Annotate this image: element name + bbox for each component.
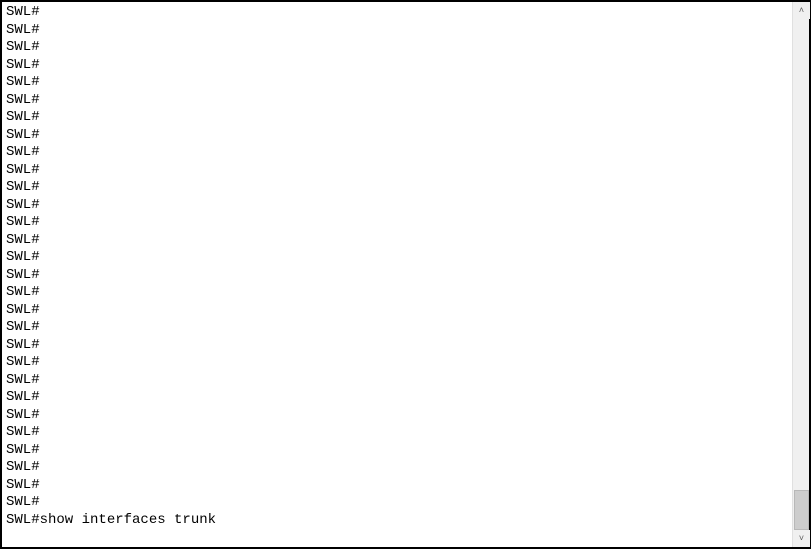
prompt-line: SWL# [6,144,788,162]
prompt-line: SWL# [6,22,788,40]
current-prompt-line[interactable]: SWL# [6,547,788,548]
prompt-line: SWL# [6,4,788,22]
prompt-line: SWL# [6,494,788,512]
terminal-window: SWL#SWL#SWL#SWL#SWL#SWL#SWL#SWL#SWL#SWL#… [0,0,811,549]
prompt-line: SWL# [6,389,788,407]
prompt-line: SWL# [6,92,788,110]
prompt-line: SWL# [6,267,788,285]
prompt-line: SWL# [6,127,788,145]
terminal-output[interactable]: SWL#SWL#SWL#SWL#SWL#SWL#SWL#SWL#SWL#SWL#… [2,2,792,547]
prompt-line: SWL# [6,337,788,355]
prompt-line: SWL# [6,57,788,75]
prompt-line: SWL# [6,249,788,267]
prompt-line: SWL# [6,179,788,197]
prompt-line: SWL# [6,319,788,337]
prompt-line: SWL# [6,214,788,232]
prompt-line: SWL# [6,109,788,127]
prompt-line: SWL# [6,197,788,215]
prompt-line: SWL# [6,424,788,442]
scroll-thumb[interactable] [794,490,809,530]
prompt-line: SWL# [6,232,788,250]
prompt-line: SWL# [6,442,788,460]
scrollbar[interactable]: ˄ ˅ [792,2,809,547]
prompt-line: SWL# [6,39,788,57]
scroll-track[interactable] [793,19,809,530]
prompt-line: SWL# [6,477,788,495]
prompt-line: SWL# [6,284,788,302]
prompt-line: SWL# [6,162,788,180]
prompt-line: SWL# [6,302,788,320]
prompt-line: SWL# [6,354,788,372]
scroll-down-arrow[interactable]: ˅ [793,530,810,547]
prompt-line: SWL# [6,372,788,390]
prompt-line: SWL# [6,407,788,425]
prompt-line: SWL# [6,459,788,477]
prompt-line: SWL# [6,74,788,92]
command-line: SWL#show interfaces trunk [6,512,788,530]
blank-line [6,529,788,547]
scroll-up-arrow[interactable]: ˄ [793,2,810,19]
